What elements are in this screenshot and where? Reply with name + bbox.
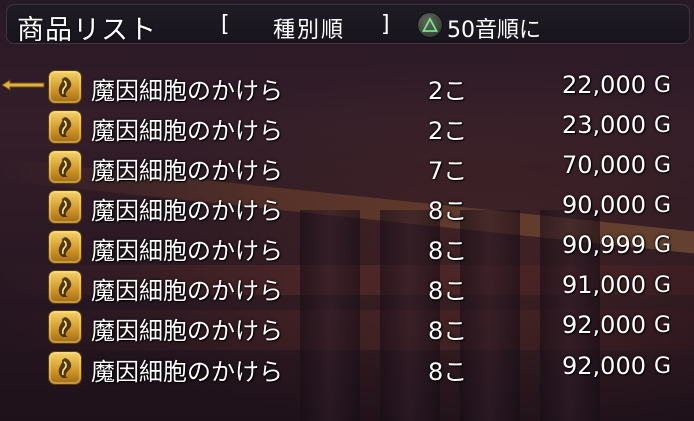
currency-label: G [654, 233, 672, 258]
sort-mode-selector[interactable]: [ 種別順 ] [221, 12, 399, 43]
item-quantity: 2こ [428, 77, 468, 105]
item-price: 90,000 [562, 191, 646, 219]
item-fragment-icon [48, 190, 82, 224]
game-screen: 商品リスト [ 種別順 ] 50音順に 魔因細胞のかけら 2こ 22,000 G [0, 0, 694, 421]
item-quantity: 8こ [428, 237, 468, 265]
item-price: 22,000 [562, 71, 646, 99]
list-item[interactable]: 魔因細胞のかけら 8こ 92,000 G [0, 306, 694, 346]
currency-label: G [654, 273, 672, 298]
item-fragment-icon [48, 70, 82, 104]
item-fragment-icon [48, 110, 82, 144]
item-quantity: 8こ [428, 358, 468, 386]
currency-label: G [654, 354, 672, 379]
item-quantity: 8こ [428, 277, 468, 305]
item-name: 魔因細胞のかけら [91, 157, 283, 185]
item-name: 魔因細胞のかけら [91, 237, 283, 265]
currency-label: G [654, 113, 672, 138]
item-fragment-icon [48, 230, 82, 264]
bracket-open: [ [221, 12, 230, 37]
item-fragment-icon [48, 351, 82, 385]
item-list: 魔因細胞のかけら 2こ 22,000 G 魔因細胞のかけら 2こ 23,000 … [0, 66, 694, 421]
item-fragment-icon [48, 150, 82, 184]
item-quantity: 7こ [428, 157, 468, 185]
currency-label: G [654, 313, 672, 338]
item-fragment-icon [48, 270, 82, 304]
item-name: 魔因細胞のかけら [91, 197, 283, 225]
item-fragment-icon [48, 310, 82, 344]
list-item[interactable]: 魔因細胞のかけら 8こ 90,000 G [0, 186, 694, 226]
list-item[interactable]: 魔因細胞のかけら 8こ 91,000 G [0, 266, 694, 306]
list-item[interactable]: 魔因細胞のかけら 8こ 92,000 G [0, 347, 694, 387]
list-item-selected[interactable]: 魔因細胞のかけら 2こ 22,000 G [0, 66, 694, 106]
currency-label: G [654, 193, 672, 218]
item-quantity: 8こ [428, 317, 468, 345]
item-name: 魔因細胞のかけら [91, 77, 283, 105]
alt-sort-button[interactable]: 50音順に [447, 12, 541, 44]
selection-cursor-icon [0, 77, 46, 97]
page-title: 商品リスト [17, 15, 157, 46]
shop-list-panel: 商品リスト [ 種別順 ] 50音順に 魔因細胞のかけら 2こ 22,000 G [0, 0, 694, 421]
item-price: 91,000 [562, 271, 646, 299]
triangle-button-icon[interactable] [417, 12, 443, 38]
list-header: 商品リスト [ 種別順 ] 50音順に [6, 4, 690, 46]
item-quantity: 8こ [428, 197, 468, 225]
item-price: 90,999 [562, 231, 646, 259]
list-item[interactable]: 魔因細胞のかけら 7こ 70,000 G [0, 146, 694, 186]
currency-label: G [654, 73, 672, 98]
item-name: 魔因細胞のかけら [91, 317, 283, 345]
sort-mode-label: 種別順 [273, 18, 346, 43]
list-item[interactable]: 魔因細胞のかけら 8こ 90,999 G [0, 226, 694, 266]
item-name: 魔因細胞のかけら [91, 277, 283, 305]
item-price: 92,000 [562, 311, 646, 339]
bracket-close: ] [381, 12, 390, 37]
item-price: 70,000 [562, 151, 646, 179]
currency-label: G [654, 153, 672, 178]
item-name: 魔因細胞のかけら [91, 358, 283, 386]
item-price: 23,000 [562, 111, 646, 139]
item-quantity: 2こ [428, 117, 468, 145]
list-item[interactable]: 魔因細胞のかけら 2こ 23,000 G [0, 106, 694, 146]
item-price: 92,000 [562, 352, 646, 380]
item-name: 魔因細胞のかけら [91, 117, 283, 145]
